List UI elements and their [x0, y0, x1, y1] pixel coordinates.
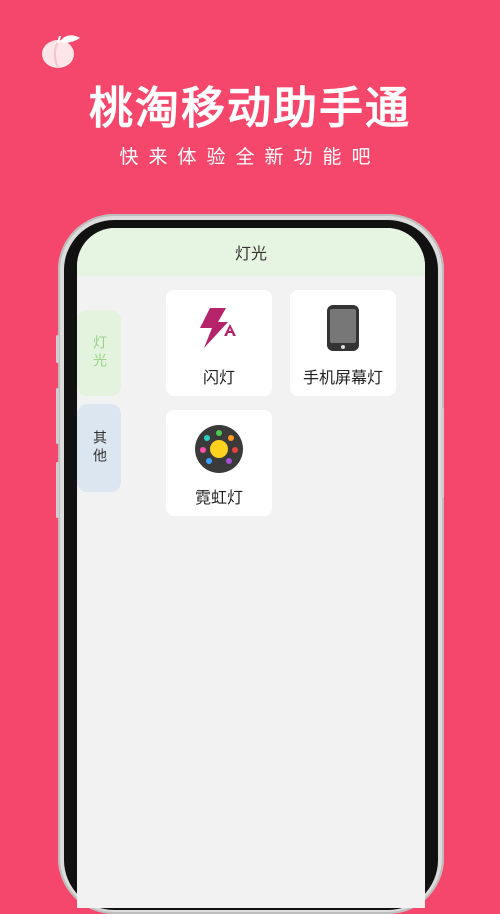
- tab-light-label: 灯光: [91, 335, 107, 371]
- phone-side-button: [56, 335, 59, 363]
- app-screen: 灯光 灯光 其他 闪灯 手机屏幕灯 霓虹灯: [77, 228, 425, 908]
- promo-headline: 桃淘移动助手通: [89, 83, 411, 134]
- phone-side-button: [56, 462, 59, 518]
- app-header: 灯光: [77, 228, 425, 276]
- phone-side-button: [56, 388, 59, 444]
- promo-tagline: 快来体验全新功能吧: [119, 146, 381, 168]
- flash-icon: [200, 308, 236, 348]
- neon-light-icon: [195, 425, 243, 473]
- flash-tool-card[interactable]: 闪灯: [166, 290, 272, 396]
- phone-screen-light-card[interactable]: 手机屏幕灯: [290, 290, 396, 396]
- neon-light-card[interactable]: 霓虹灯: [166, 410, 272, 516]
- app-header-title: 灯光: [234, 244, 267, 263]
- tab-other[interactable]: 其他: [77, 404, 121, 492]
- neon-light-label: 霓虹灯: [194, 488, 243, 507]
- phone-power-button: [441, 408, 444, 498]
- phone-screen-icon: [327, 305, 359, 351]
- phone-screen-light-label: 手机屏幕灯: [302, 368, 383, 387]
- tab-other-label: 其他: [91, 430, 107, 466]
- flash-tool-label: 闪灯: [202, 368, 235, 387]
- tab-light[interactable]: 灯光: [77, 310, 121, 396]
- peach-logo-icon: [42, 35, 80, 68]
